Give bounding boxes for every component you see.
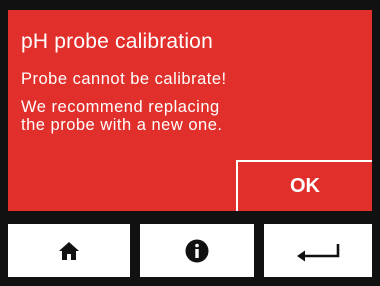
error-dialog: pH probe calibration Probe cannot be cal…: [8, 10, 372, 211]
ok-button-label: OK: [290, 175, 320, 197]
back-button[interactable]: [264, 224, 372, 277]
ok-button[interactable]: OK: [236, 160, 372, 211]
back-icon: [294, 240, 342, 262]
device-screen: pH probe calibration Probe cannot be cal…: [0, 0, 380, 286]
recommendation-line-1: We recommend replacing: [21, 98, 220, 116]
recommendation-line-2: the probe with a new one.: [21, 116, 223, 134]
home-icon: [58, 241, 80, 261]
dialog-title: pH probe calibration: [21, 30, 213, 53]
error-message-line-1: Probe cannot be calibrate!: [21, 70, 227, 88]
home-button[interactable]: [8, 224, 130, 277]
info-icon: [185, 239, 209, 263]
info-button[interactable]: [140, 224, 254, 277]
bottom-navbar: [0, 211, 380, 286]
